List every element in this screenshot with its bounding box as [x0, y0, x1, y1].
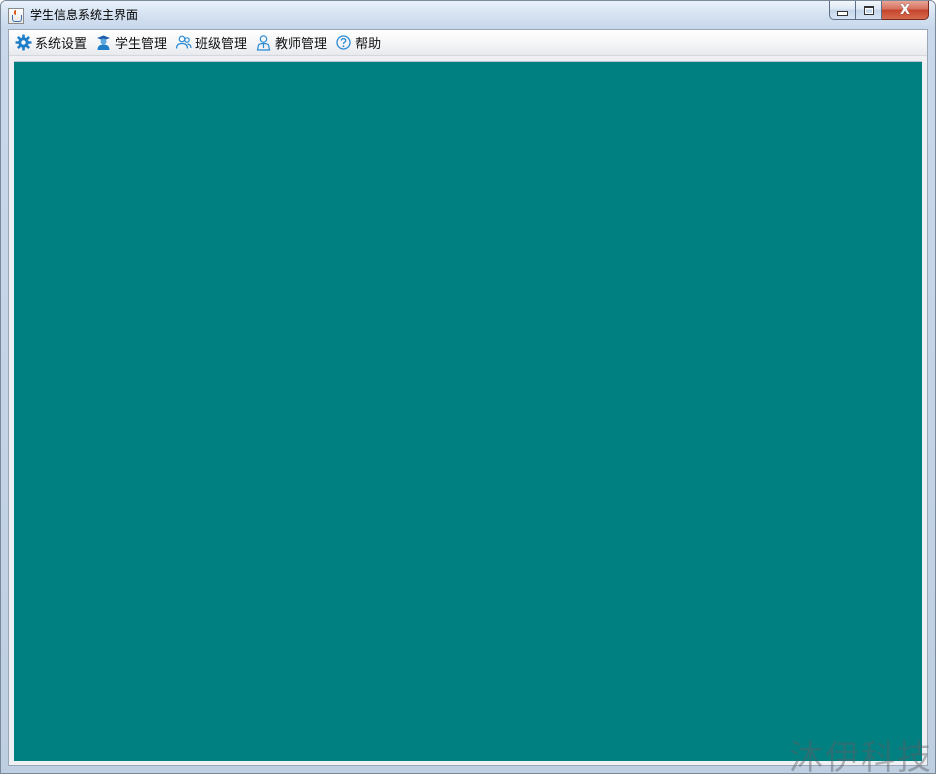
class-group-icon [175, 34, 192, 51]
menu-label: 教师管理 [275, 37, 328, 52]
watermark-text: 沐伊科技 [789, 738, 933, 774]
window-title: 学生信息系统主界面 [30, 8, 139, 22]
title-bar[interactable]: 学生信息系统主界面 X [1, 1, 935, 29]
menu-help[interactable]: 帮助 [333, 32, 387, 54]
window-controls: X [829, 1, 929, 21]
close-button[interactable]: X [882, 1, 929, 20]
menu-teacher-management[interactable]: 教师管理 [253, 32, 333, 54]
minimize-button[interactable] [829, 1, 856, 20]
help-icon [335, 34, 352, 51]
main-window: 学生信息系统主界面 X 系统设置 学生管理 班级管理 教师管理 帮助 沐伊科技 [0, 0, 936, 774]
student-icon [95, 34, 112, 51]
client-area: 系统设置 学生管理 班级管理 教师管理 帮助 [8, 29, 928, 766]
minimize-icon [837, 10, 848, 16]
menu-label: 帮助 [355, 37, 382, 52]
maximize-button[interactable] [856, 1, 882, 20]
menu-student-management[interactable]: 学生管理 [93, 32, 173, 54]
gear-icon [15, 34, 32, 51]
close-icon: X [899, 2, 911, 18]
menu-bar: 系统设置 学生管理 班级管理 教师管理 帮助 [9, 30, 927, 56]
menu-system-settings[interactable]: 系统设置 [13, 32, 93, 54]
java-app-icon[interactable] [8, 8, 24, 24]
maximize-icon [863, 5, 874, 15]
desktop-pane[interactable] [14, 61, 922, 761]
teacher-icon [255, 34, 272, 51]
menu-label: 系统设置 [35, 37, 88, 52]
menu-label: 学生管理 [115, 37, 168, 52]
menu-label: 班级管理 [195, 37, 248, 52]
menu-class-management[interactable]: 班级管理 [173, 32, 253, 54]
